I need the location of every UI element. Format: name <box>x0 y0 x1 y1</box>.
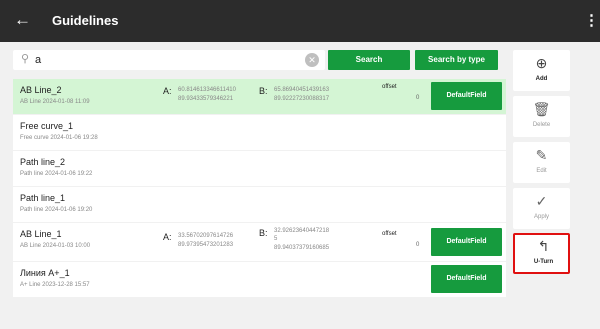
point-b-lon: 89.92227230088317 <box>274 96 330 102</box>
point-a-label: A: <box>163 86 172 96</box>
point-b-label: B: <box>259 228 268 238</box>
guideline-name: Линия A+_1 <box>20 268 70 278</box>
guideline-subtitle: A+ Line 2023-12-28 15:57 <box>20 282 90 288</box>
guideline-name: Path line_1 <box>20 193 66 203</box>
offset-label: offset <box>382 231 397 237</box>
guideline-row-path-line-2[interactable]: Path line_2 Path line 2024-01-06 19:22 <box>13 151 506 186</box>
edit-label: Edit <box>536 168 547 174</box>
apply-label: Apply <box>533 214 549 220</box>
point-b-label: B: <box>259 86 268 96</box>
point-b-lat: 65.86940451439163 <box>274 87 330 93</box>
back-arrow-icon[interactable]: ← <box>14 10 34 30</box>
field-button[interactable]: DefaultField <box>431 228 502 256</box>
point-a-label: A: <box>163 232 172 242</box>
guideline-row-free-curve-1[interactable]: Free curve_1 Free curve 2024-01-06 19:28 <box>13 115 506 150</box>
guideline-name: Path line_2 <box>20 157 66 167</box>
add-label: Add <box>535 76 548 82</box>
field-button[interactable]: DefaultField <box>431 265 502 293</box>
edit-button[interactable]: ✎ Edit <box>513 142 570 183</box>
guideline-subtitle: AB Line 2024-01-08 11:09 <box>20 99 90 105</box>
guideline-row-path-line-1[interactable]: Path line_1 Path line 2024-01-06 19:20 <box>13 187 506 222</box>
guideline-name: AB Line_1 <box>20 229 62 239</box>
search-icon: ⚲ <box>21 53 30 65</box>
edit-icon: ✎ <box>535 147 548 163</box>
point-b-lon: 89.94037379160685 <box>274 245 330 251</box>
search-by-type-button[interactable]: Search by type <box>415 50 498 70</box>
point-a-lat: 33.56702097614726 <box>178 233 234 239</box>
point-a-lon: 89.97395473201283 <box>178 242 234 248</box>
trash-icon: 🗑 <box>532 101 551 117</box>
app-bar: ← Guidelines ⋮ <box>0 0 600 42</box>
guideline-row-ab-line-2[interactable]: AB Line_2 AB Line 2024-01-08 11:09 A: 60… <box>13 79 506 114</box>
delete-label: Delete <box>532 122 551 128</box>
guideline-row-ab-line-1[interactable]: AB Line_1 AB Line 2024-01-03 10:00 A: 33… <box>13 223 506 261</box>
delete-button[interactable]: 🗑 Delete <box>513 96 570 137</box>
page-title: Guidelines <box>52 13 119 28</box>
offset-value: 0 <box>416 242 420 248</box>
search-box[interactable]: ⚲ ✕ <box>13 50 325 70</box>
search-input[interactable] <box>35 52 295 68</box>
check-icon: ✓ <box>535 193 548 209</box>
point-b-lat: 32.92623640447218 <box>274 228 330 234</box>
offset-label: offset <box>382 84 397 90</box>
guideline-name: Free curve_1 <box>20 121 74 131</box>
point-a-lat: 60.814613346611410 <box>178 87 236 93</box>
guideline-subtitle: Free curve 2024-01-06 19:28 <box>20 135 98 141</box>
clear-search-icon[interactable]: ✕ <box>305 53 319 67</box>
point-a-lon: 89.93433579346221 <box>178 96 234 102</box>
guideline-subtitle: AB Line 2024-01-03 10:00 <box>20 243 91 249</box>
guideline-subtitle: Path line 2024-01-06 19:20 <box>20 207 93 213</box>
point-b-lat-cont: 5 <box>274 236 278 242</box>
u-turn-icon: ↰ <box>537 238 550 254</box>
more-options-icon[interactable]: ⋮ <box>584 11 599 31</box>
apply-button[interactable]: ✓ Apply <box>513 188 570 229</box>
guideline-subtitle: Path line 2024-01-06 19:22 <box>20 171 93 177</box>
field-button[interactable]: DefaultField <box>431 82 502 110</box>
add-button[interactable]: ⊕ Add <box>513 50 570 91</box>
offset-value: 0 <box>416 95 420 101</box>
u-turn-button[interactable]: ↰ U-Turn <box>513 233 570 274</box>
guideline-name: AB Line_2 <box>20 85 62 95</box>
u-turn-label: U-Turn <box>533 259 554 265</box>
guideline-row-a-plus-line-1[interactable]: Линия A+_1 A+ Line 2023-12-28 15:57 Defa… <box>13 262 506 297</box>
search-button[interactable]: Search <box>328 50 410 70</box>
plus-circle-icon: ⊕ <box>535 55 548 71</box>
